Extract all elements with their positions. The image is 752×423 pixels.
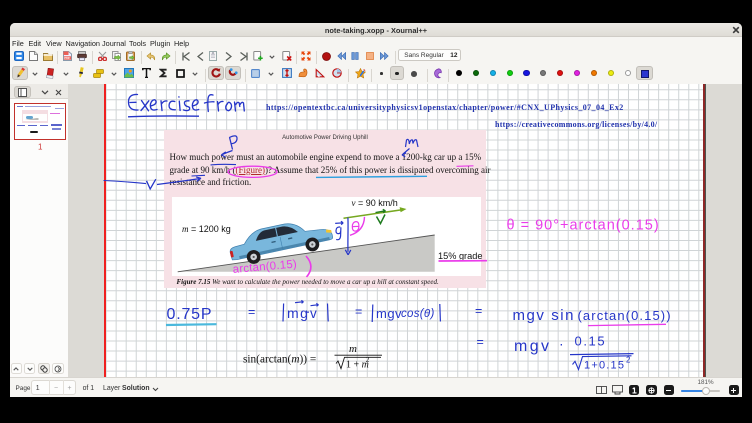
svg-text:=: = xyxy=(248,305,256,319)
svg-text:mgv: mgv xyxy=(376,306,402,321)
svg-text:θ = 90°+arctan(0.15): θ = 90°+arctan(0.15) xyxy=(507,218,660,234)
svg-text:(arctan(0.15)): (arctan(0.15)) xyxy=(578,308,672,323)
svg-text:·: · xyxy=(559,336,564,352)
svg-text:v: v xyxy=(310,306,317,321)
svg-text:0.75P: 0.75P xyxy=(167,306,213,323)
svg-text:0.15: 0.15 xyxy=(575,334,607,349)
svg-text:=: = xyxy=(475,304,483,318)
svg-text:cos(θ): cos(θ) xyxy=(401,308,435,320)
svg-text:arctan(0.15): arctan(0.15) xyxy=(232,258,297,276)
svg-text:m: m xyxy=(349,343,357,355)
svg-text:PDF: PDF xyxy=(64,56,70,60)
svg-text:1+0.15: 1+0.15 xyxy=(584,360,625,372)
svg-text:mgv: mgv xyxy=(514,338,551,355)
svg-text:mgv sin: mgv sin xyxy=(513,307,576,324)
svg-text:=: = xyxy=(477,335,485,349)
svg-text:=: = xyxy=(355,305,363,319)
svg-text:2: 2 xyxy=(626,356,631,365)
svg-text:sin(arctan(m)) =: sin(arctan(m)) = xyxy=(243,354,316,366)
svg-text:1: 1 xyxy=(38,143,43,152)
svg-text:2: 2 xyxy=(366,356,370,364)
